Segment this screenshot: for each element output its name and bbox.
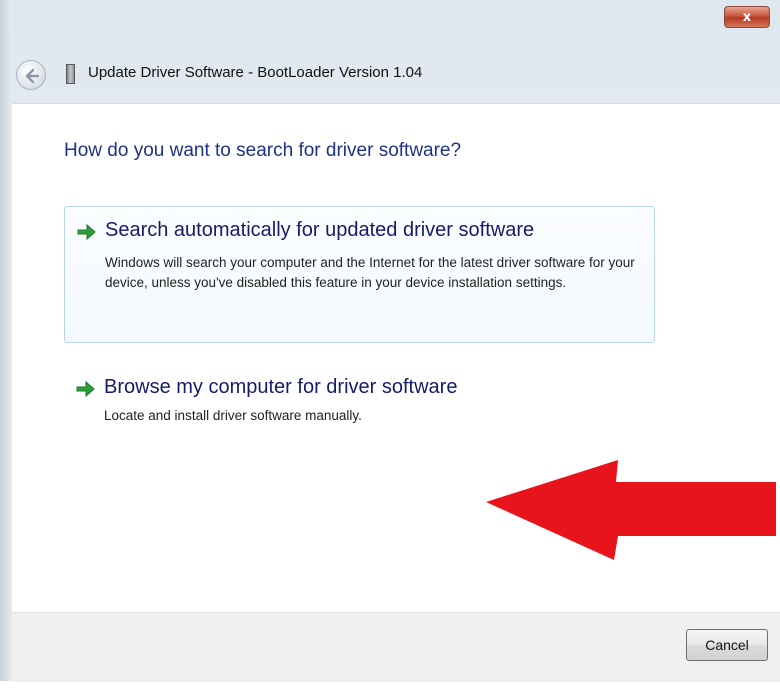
green-arrow-icon: [76, 380, 95, 398]
option-title: Search automatically for updated driver …: [105, 219, 535, 241]
option-browse-computer[interactable]: Browse my computer for driver software L…: [64, 368, 655, 438]
dialog-content: How do you want to search for driver sof…: [12, 103, 780, 689]
option-title: Browse my computer for driver software: [104, 376, 458, 398]
close-icon: x: [742, 10, 752, 25]
window-frame-left: [0, 0, 12, 681]
cancel-button[interactable]: Cancel: [686, 629, 768, 661]
device-icon: [66, 64, 75, 84]
back-arrow-icon: [25, 68, 40, 84]
back-button[interactable]: [16, 60, 46, 90]
dialog-window: x Update Driver Software - BootLoader Ve…: [0, 0, 780, 689]
option-search-automatically[interactable]: Search automatically for updated driver …: [64, 206, 655, 343]
page-title: How do you want to search for driver sof…: [64, 140, 462, 161]
close-button[interactable]: x: [724, 6, 770, 28]
option-description: Locate and install driver software manua…: [104, 408, 362, 423]
window-title: Update Driver Software - BootLoader Vers…: [88, 64, 423, 81]
green-arrow-icon: [77, 223, 96, 241]
red-arrow-icon: [486, 460, 776, 560]
option-description: Windows will search your computer and th…: [105, 255, 635, 290]
dialog-footer: Cancel: [12, 612, 780, 682]
